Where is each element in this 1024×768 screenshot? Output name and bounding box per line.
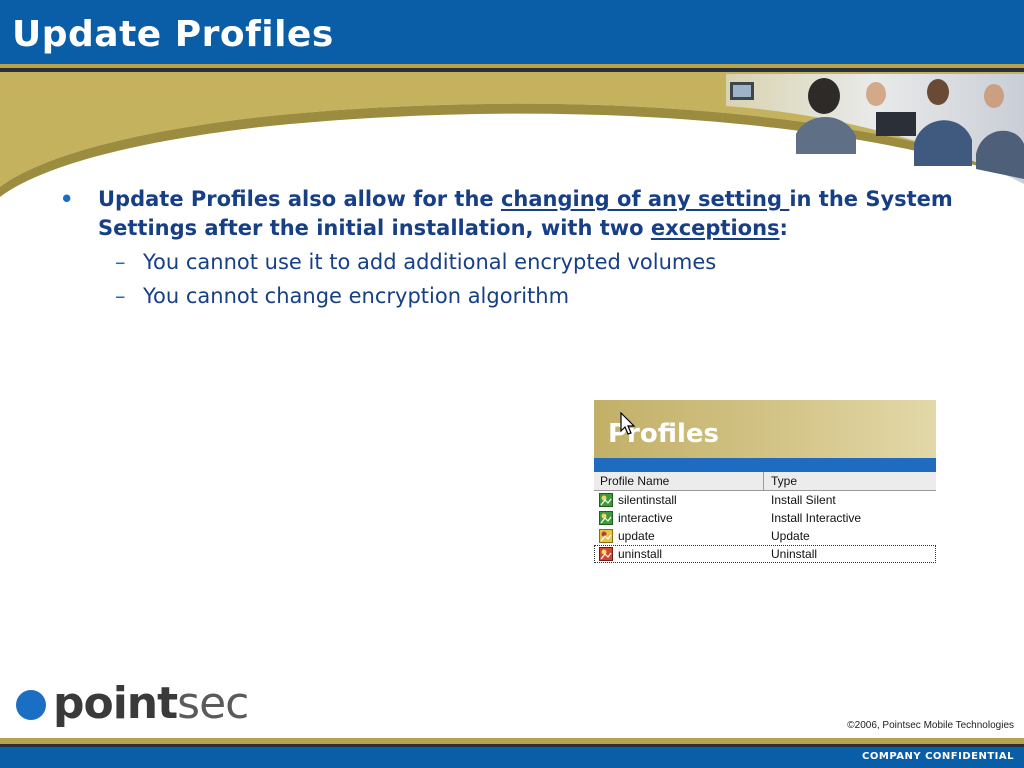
table-row[interactable]: interactive Install Interactive [594,509,936,527]
table-row[interactable]: silentinstall Install Silent [594,491,936,509]
profile-name-cell: update [618,529,655,543]
mouse-pointer-icon [620,412,636,435]
underlined-exceptions: exceptions [650,216,780,240]
column-header-profile-name[interactable]: Profile Name [594,472,764,490]
profile-type-cell: Install Silent [771,493,836,507]
underlined-changing-setting: changing of any setting [500,187,790,211]
bullet-dot-icon: • [60,187,74,211]
sub-bullet-text: You cannot change encryption algorithm [143,284,570,308]
confidential-label: COMPANY CONFIDENTIAL [862,751,1014,762]
office-photo [726,74,1024,184]
table-row[interactable]: uninstall Uninstall [594,545,936,563]
profile-green-icon [599,511,613,525]
pointsec-logo: pointsec [16,678,249,736]
profile-name-cell: uninstall [618,547,663,561]
dash-icon: – [115,250,126,274]
footer-bar: COMPANY CONFIDENTIAL [0,747,1024,768]
profiles-column-headers: Profile Name Type [594,472,936,491]
logo-wordmark: pointsec [53,678,249,730]
profile-red-icon [599,547,613,561]
bullet-text-3: : [779,216,788,240]
profile-type-cell: Uninstall [771,547,818,561]
sub-bullet-2: – You cannot change encryption algorithm [60,282,960,311]
main-bullet: • Update Profiles also allow for the cha… [60,185,960,243]
profiles-panel: Profiles Profile Name Type silentinstall… [594,400,936,566]
profile-name-cell: interactive [618,511,673,525]
slide-body: • Update Profiles also allow for the cha… [60,185,960,311]
copyright-text: ©2006, Pointsec Mobile Technologies [847,720,1014,731]
sub-bullet-1: – You cannot use it to add additional en… [60,248,960,277]
profile-type-cell: Install Interactive [771,511,862,525]
profile-yellow-icon [599,529,613,543]
header-bar: Update Profiles [0,0,1024,64]
profile-green-icon [599,493,613,507]
column-header-type[interactable]: Type [765,472,936,490]
logo-sec-text: sec [177,678,249,729]
profiles-blue-strip [594,458,936,472]
dash-icon: – [115,284,126,308]
profile-type-cell: Update [771,529,810,543]
profiles-header: Profiles [594,400,936,458]
logo-dot-icon [16,690,46,720]
bullet-text-1: Update Profiles also allow for the [98,187,501,211]
profile-name-cell: silentinstall [618,493,677,507]
sub-bullet-text: You cannot use it to add additional encr… [143,250,717,274]
slide-title: Update Profiles [12,14,334,55]
logo-point-text: point [53,678,178,729]
table-row[interactable]: update Update [594,527,936,545]
